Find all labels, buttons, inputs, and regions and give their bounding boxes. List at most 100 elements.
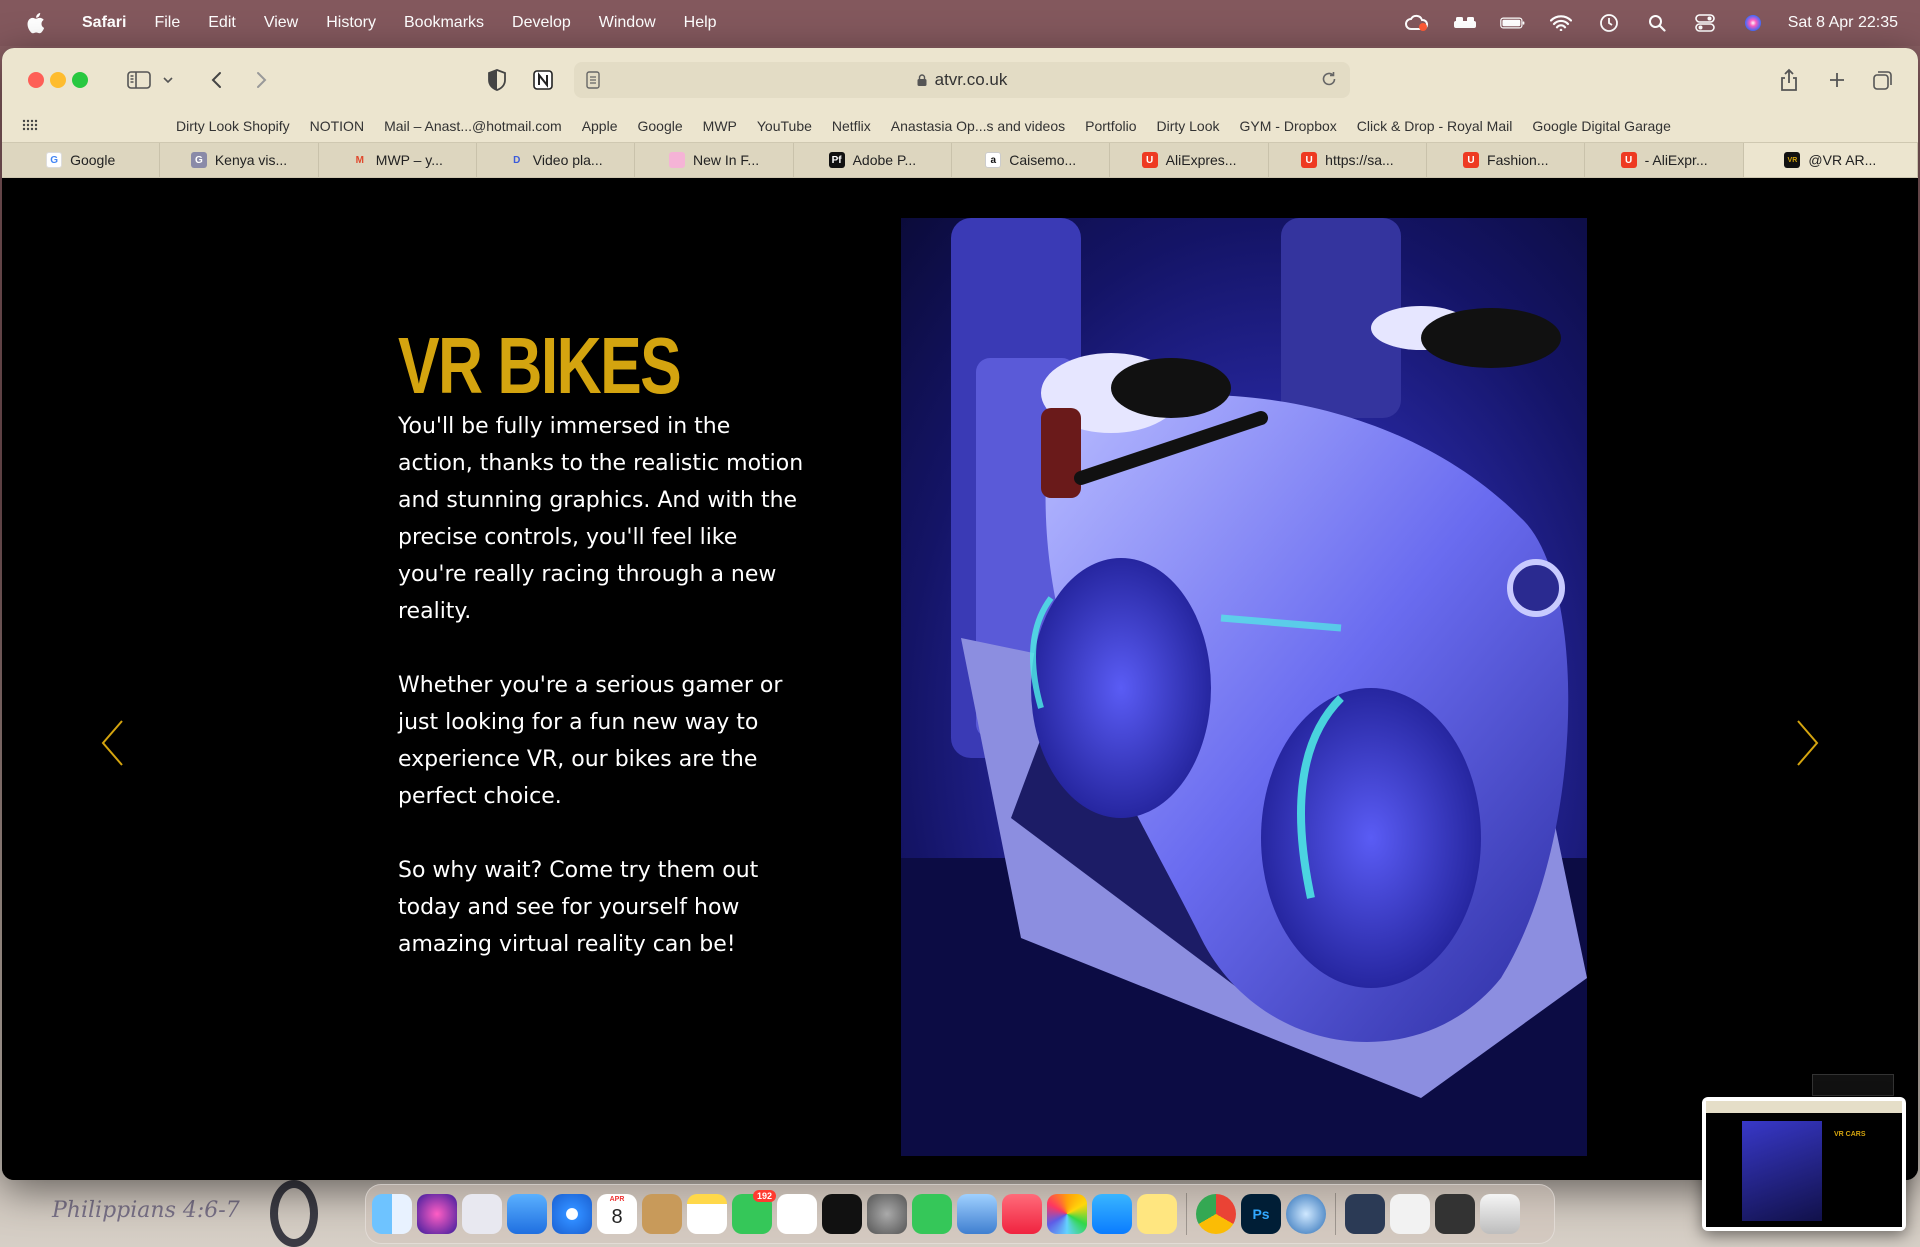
bookmark-item[interactable]: Netflix <box>832 118 871 134</box>
slide-paragraph: You'll be fully immersed in the action, … <box>398 414 804 624</box>
apps-grid-icon[interactable] <box>22 118 38 134</box>
back-button[interactable] <box>204 68 230 92</box>
tab-mwp[interactable]: M MWP – y... <box>319 143 478 177</box>
quicktime-icon[interactable] <box>1286 1194 1326 1234</box>
screenshots-stack-icon[interactable] <box>1435 1194 1475 1234</box>
tidal-icon[interactable] <box>822 1194 862 1234</box>
menu-file[interactable]: File <box>154 14 180 32</box>
fullscreen-window-button[interactable] <box>72 72 88 88</box>
chevron-down-icon[interactable] <box>160 68 176 92</box>
lock-icon <box>917 74 927 86</box>
tab-amazon[interactable]: a Caisemo... <box>952 143 1111 177</box>
menu-view[interactable]: View <box>264 14 298 32</box>
mail-icon[interactable] <box>507 1194 547 1234</box>
music-icon[interactable] <box>1002 1194 1042 1234</box>
menu-develop[interactable]: Develop <box>512 14 571 32</box>
tab-fashion[interactable]: U Fashion... <box>1427 143 1586 177</box>
tab-aliexpress[interactable]: U AliExpres... <box>1110 143 1269 177</box>
control-center-icon[interactable] <box>1692 12 1718 34</box>
previous-slide-arrow-icon[interactable] <box>98 718 128 768</box>
bookmark-item[interactable]: Dirty Look <box>1156 118 1219 134</box>
new-tab-icon[interactable] <box>1824 68 1850 92</box>
bookmark-item[interactable]: YouTube <box>757 118 812 134</box>
bookmark-item[interactable]: Anastasia Op...s and videos <box>891 118 1065 134</box>
thumbnail-title: VR CARS <box>1834 1131 1866 1138</box>
tab-vr-active[interactable]: VR @VR AR... <box>1743 143 1918 177</box>
favorites-bar: Dirty Look Shopify NOTION Mail – Anast..… <box>2 110 1918 142</box>
thumbnail-preview: VR CARS <box>1706 1101 1902 1227</box>
menu-window[interactable]: Window <box>599 14 656 32</box>
tab-new-in[interactable]: New In F... <box>635 143 794 177</box>
battery-icon[interactable] <box>1499 12 1526 34</box>
forward-button[interactable] <box>248 68 274 92</box>
minimize-window-button[interactable] <box>50 72 66 88</box>
menu-history[interactable]: History <box>326 14 376 32</box>
apple-logo-icon[interactable] <box>26 11 48 35</box>
notes-icon[interactable] <box>687 1194 727 1234</box>
bookmark-item[interactable]: Click & Drop - Royal Mail <box>1357 118 1513 134</box>
bookmark-item[interactable]: Portfolio <box>1085 118 1136 134</box>
tab-google[interactable]: G Google <box>2 143 161 177</box>
privacy-shield-icon[interactable] <box>484 68 510 92</box>
menu-bookmarks[interactable]: Bookmarks <box>404 14 484 32</box>
dock-separator <box>1186 1193 1187 1235</box>
trash-icon[interactable] <box>1480 1194 1520 1234</box>
tab-kenya[interactable]: G Kenya vis... <box>160 143 319 177</box>
tab-video-player[interactable]: D Video pla... <box>477 143 636 177</box>
tab-label: New In F... <box>692 152 760 168</box>
documents-stack-icon[interactable] <box>1390 1194 1430 1234</box>
finder-icon[interactable] <box>372 1194 412 1234</box>
tab-adobe[interactable]: Pf Adobe P... <box>794 143 953 177</box>
time-machine-icon[interactable] <box>1596 12 1622 34</box>
menu-help[interactable]: Help <box>684 14 717 32</box>
downloads-stack-icon[interactable] <box>1345 1194 1385 1234</box>
bed-icon[interactable] <box>1452 12 1478 34</box>
screenshot-thumbnail[interactable]: VR CARS <box>1702 1097 1906 1231</box>
reminders-icon[interactable] <box>777 1194 817 1234</box>
close-window-button[interactable] <box>28 72 44 88</box>
safari-icon[interactable] <box>552 1194 592 1234</box>
tab-aliexpress-3[interactable]: U - AliExpr... <box>1585 143 1744 177</box>
siri-icon[interactable] <box>1740 12 1766 34</box>
stickies-icon[interactable] <box>1137 1194 1177 1234</box>
desktop-note: Philippians 4:6-7 <box>52 1198 240 1223</box>
siri-app-icon[interactable] <box>417 1194 457 1234</box>
tab-overview-icon[interactable] <box>1870 68 1896 92</box>
next-slide-arrow-icon[interactable] <box>1792 718 1822 768</box>
bookmark-item[interactable]: Google <box>638 118 683 134</box>
chrome-icon[interactable] <box>1196 1194 1236 1234</box>
menu-bar-clock[interactable]: Sat 8 Apr 22:35 <box>1788 14 1898 32</box>
reader-view-icon[interactable] <box>586 71 600 94</box>
messages-icon[interactable]: 192 <box>732 1190 776 1234</box>
menu-app-safari[interactable]: Safari <box>82 14 126 32</box>
calendar-icon[interactable]: APR 8 <box>597 1194 637 1234</box>
app-store-icon[interactable] <box>1092 1194 1132 1234</box>
bookmark-item[interactable]: MWP <box>703 118 737 134</box>
bookmark-item[interactable]: Google Digital Garage <box>1532 118 1671 134</box>
share-icon[interactable] <box>1776 68 1802 92</box>
menu-edit[interactable]: Edit <box>208 14 236 32</box>
bookmark-item[interactable]: NOTION <box>310 118 364 134</box>
bookmark-item[interactable]: Dirty Look Shopify <box>176 118 290 134</box>
bookmark-item[interactable]: Apple <box>582 118 618 134</box>
preview-icon[interactable] <box>957 1194 997 1234</box>
spotlight-search-icon[interactable] <box>1644 12 1670 34</box>
creative-cloud-icon[interactable] <box>1404 12 1430 34</box>
reload-icon[interactable] <box>1320 70 1338 93</box>
tab-aliexpress-2[interactable]: Uhttps://sa... <box>1269 143 1428 177</box>
sidebar-toggle-icon[interactable] <box>126 68 152 92</box>
notion-extension-icon[interactable] <box>530 68 556 92</box>
address-bar[interactable]: atvr.co.uk <box>574 62 1350 98</box>
thumbnail-shadow-bar <box>1812 1074 1894 1096</box>
launchpad-icon[interactable] <box>462 1194 502 1234</box>
system-settings-icon[interactable] <box>867 1194 907 1234</box>
calendar-day: 8 <box>611 1206 623 1228</box>
photoshop-icon[interactable]: Ps <box>1241 1194 1281 1234</box>
facetime-icon[interactable] <box>912 1194 952 1234</box>
photos-icon[interactable] <box>1047 1194 1087 1234</box>
bookmark-item[interactable]: Mail – Anast...@hotmail.com <box>384 118 562 134</box>
contacts-icon[interactable] <box>642 1194 682 1234</box>
thumbnail-photo <box>1742 1121 1822 1221</box>
wifi-icon[interactable] <box>1548 12 1574 34</box>
bookmark-item[interactable]: GYM - Dropbox <box>1240 118 1337 134</box>
